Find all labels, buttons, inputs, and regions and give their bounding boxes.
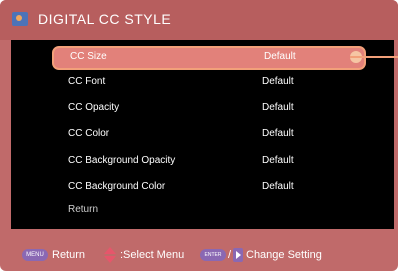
menu-item-value: Default <box>262 155 294 166</box>
menu-item-label: CC Background Opacity <box>68 155 176 166</box>
menu-item-cc-font[interactable]: CC Font Default <box>52 72 382 94</box>
menu-item-value: Default <box>262 181 294 192</box>
menu-item-label: CC Opacity <box>68 102 120 113</box>
menu-item-value: Default <box>262 128 294 139</box>
footer-return-label: Return <box>52 249 86 261</box>
menu-item-cc-size[interactable]: CC Size Default <box>52 46 366 70</box>
menu-item-cc-background-opacity[interactable]: CC Background Opacity Default <box>52 151 382 173</box>
menu-item-cc-background-color[interactable]: CC Background Color Default <box>52 177 382 199</box>
footer-select-label: :Select Menu <box>120 249 185 261</box>
enter-key-icon: ENTER <box>200 249 226 261</box>
menu-item-return[interactable]: Return <box>52 200 382 222</box>
osd-window: DIGITAL CC STYLE CC Size Default CC Font… <box>0 0 398 271</box>
right-arrow-key-icon <box>233 248 243 262</box>
menu-item-label: Return <box>68 204 99 215</box>
settings-window-icon <box>12 12 28 26</box>
menu-item-cc-color[interactable]: CC Color Default <box>52 124 382 146</box>
menu-key-icon: MENU <box>22 249 48 261</box>
menu-item-value: Default <box>264 51 296 62</box>
header-bar: DIGITAL CC STYLE <box>0 0 398 40</box>
menu-item-label: CC Size <box>70 51 107 62</box>
up-down-arrows-icon <box>104 247 116 263</box>
menu-item-label: CC Background Color <box>68 181 166 192</box>
footer-slash: / <box>228 249 232 261</box>
menu-item-label: CC Color <box>68 128 110 139</box>
menu-item-label: CC Font <box>68 76 106 87</box>
footer-change-setting-label: Change Setting <box>246 249 322 261</box>
selection-connector-line <box>350 56 398 58</box>
menu-item-value: Default <box>262 76 294 87</box>
menu-item-cc-opacity[interactable]: CC Opacity Default <box>52 98 382 120</box>
menu-panel: CC Size Default CC Font Default CC Opaci… <box>11 40 394 229</box>
menu-item-value: Default <box>262 102 294 113</box>
footer-hints: MENU Return :Select Menu ENTER / Change … <box>0 232 398 271</box>
page-title: DIGITAL CC STYLE <box>38 11 172 27</box>
